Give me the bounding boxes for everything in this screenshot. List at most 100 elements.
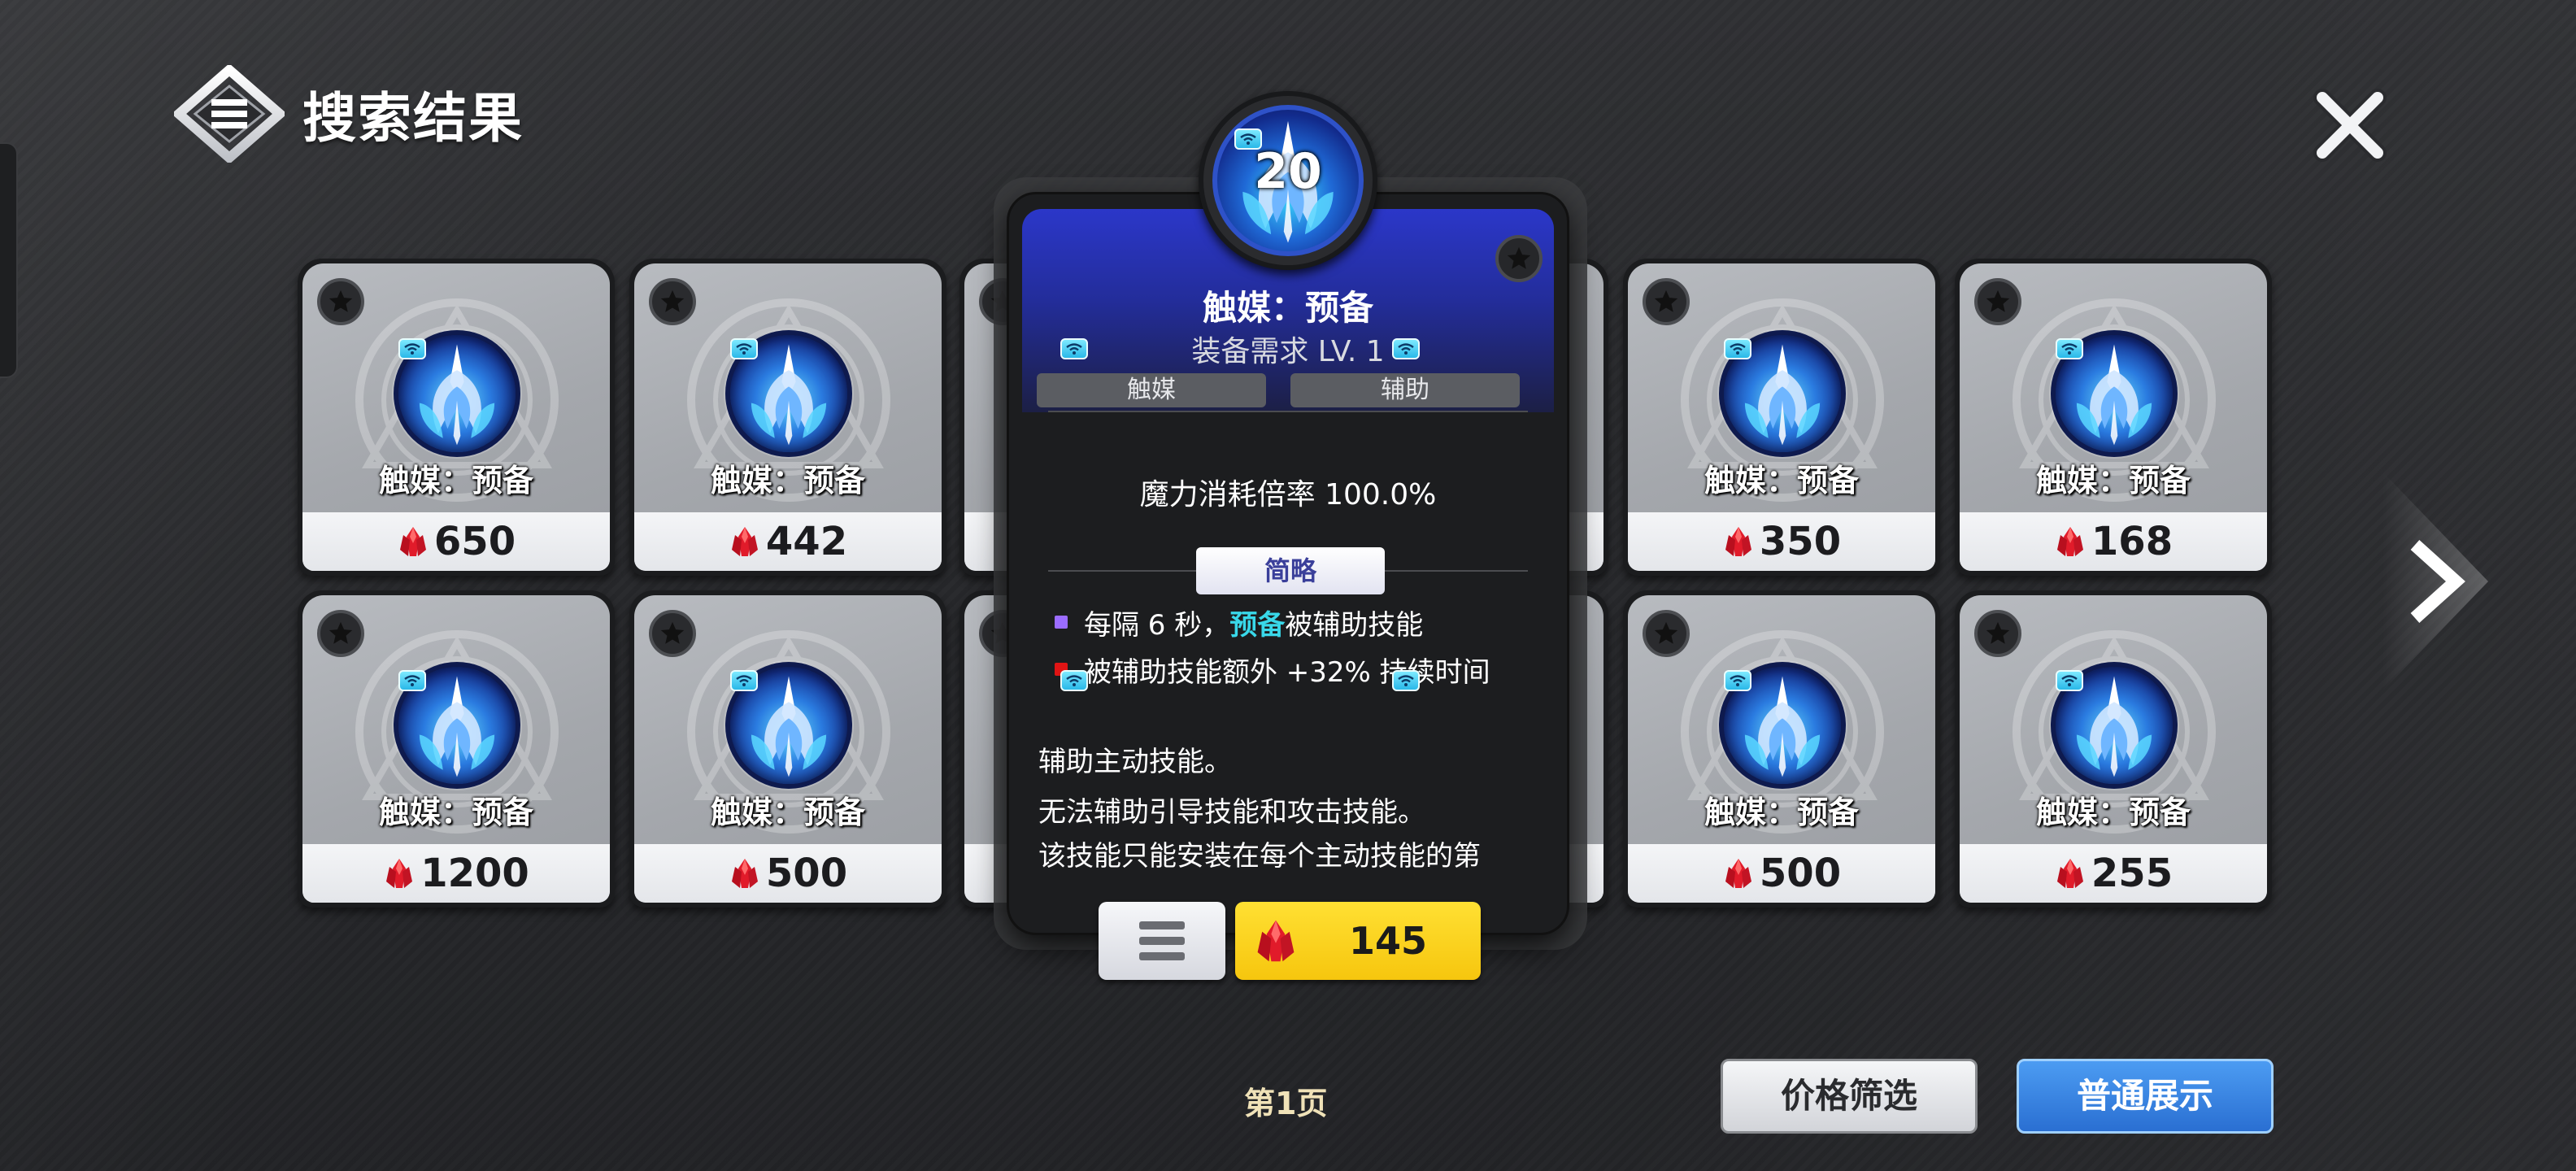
card-price-bar: 350 [1628, 512, 1935, 571]
skill-tooltip: 触媒：预备 装备需求 LV. 1 触媒 辅助 魔力消耗倍率 100.0% 简略 … [1007, 192, 1569, 980]
normal-display-button[interactable]: 普通展示 [2017, 1059, 2274, 1134]
skill-level: 20 [1254, 143, 1322, 200]
page-title: 搜索结果 [302, 87, 524, 150]
favorite-star-button[interactable] [649, 278, 696, 325]
card-price-bar: 1200 [302, 844, 610, 903]
card-body: 触媒：预备 255 [1960, 595, 2267, 903]
red-gem-icon [2054, 525, 2086, 558]
star-icon [1652, 288, 1680, 316]
card-skill-name: 触媒：预备 [1704, 463, 1859, 498]
card-price: 1200 [420, 851, 529, 896]
red-gem-icon [729, 525, 761, 558]
card-price-bar: 500 [1628, 844, 1935, 903]
bullet-2-text: 被辅助技能额外 +32% 持续时间 [1084, 656, 1490, 689]
card-body: 触媒：预备 500 [1628, 595, 1935, 903]
page-indicator: 第1页 [1244, 1086, 1328, 1121]
card-price-bar: 442 [634, 512, 942, 571]
signal-badge-icon [2056, 670, 2083, 691]
star-icon [1652, 620, 1680, 647]
red-gem-icon [1722, 857, 1755, 890]
red-gem-icon [729, 857, 761, 890]
skill-level-medallion: 20 [1199, 91, 1377, 270]
bullet-1-text: 每隔 6 秒， [1084, 609, 1230, 642]
signal-badge-icon [730, 670, 758, 691]
skill-card[interactable]: 触媒：预备 500 [629, 590, 946, 908]
tooltip-skill-name: 触媒：预备 [1202, 288, 1373, 328]
favorite-star-button[interactable] [317, 278, 364, 325]
signal-badge-icon [730, 338, 758, 359]
next-page-arrow[interactable] [2382, 472, 2488, 691]
skill-card[interactable]: 触媒：预备 500 [1623, 590, 1940, 908]
price-filter-button[interactable]: 价格筛选 [1721, 1059, 1978, 1134]
tooltip-desc-1: 辅助主动技能。 [1038, 746, 1232, 778]
card-price: 442 [765, 519, 848, 564]
skill-card[interactable]: 触媒：预备 350 [1623, 259, 1940, 576]
favorite-star-button[interactable] [1643, 278, 1690, 325]
signal-badge-icon [1724, 670, 1751, 691]
card-skill-name: 触媒：预备 [710, 463, 865, 498]
tooltip-bullet-1: 每隔 6 秒，预备被辅助技能 [1055, 607, 1528, 643]
favorite-star-button[interactable] [1495, 235, 1543, 282]
skill-card[interactable]: 触媒：预备 255 [1955, 590, 2272, 908]
tooltip-bullet-2: 被辅助技能额外 +32% 持续时间 [1055, 655, 1528, 690]
left-edge-tab[interactable] [0, 142, 18, 378]
card-body: 触媒：预备 350 [1628, 263, 1935, 571]
signal-badge-icon [1060, 338, 1088, 359]
card-price: 350 [1759, 519, 1842, 564]
signal-badge-icon [1724, 338, 1751, 359]
favorite-star-button[interactable] [317, 610, 364, 657]
skill-card[interactable]: 触媒：预备 442 [629, 259, 946, 576]
buy-price: 145 [1349, 919, 1428, 963]
red-gem-icon [397, 525, 429, 558]
tooltip-divider [1048, 411, 1528, 412]
card-price: 650 [433, 519, 516, 564]
card-price: 500 [765, 851, 848, 896]
star-icon [327, 288, 355, 316]
favorite-star-button[interactable] [1643, 610, 1690, 657]
signal-badge-icon [398, 670, 426, 691]
menu-emblem-icon [171, 63, 288, 164]
card-skill-name: 触媒：预备 [1704, 794, 1859, 830]
card-skill-name: 触媒：预备 [2035, 463, 2191, 498]
card-body: 触媒：预备 500 [634, 595, 942, 903]
favorite-star-button[interactable] [1974, 610, 2021, 657]
tooltip-tag-catalyst: 触媒 [1037, 373, 1266, 407]
skill-card[interactable]: 触媒：预备 1200 [298, 590, 615, 908]
card-price: 500 [1759, 851, 1842, 896]
red-gem-icon [1253, 918, 1299, 964]
chevron-right-icon [2382, 472, 2488, 691]
red-gem-icon [2054, 857, 2086, 890]
signal-badge-icon [398, 338, 426, 359]
star-icon [659, 620, 686, 647]
card-price: 168 [2091, 519, 2174, 564]
tooltip-menu-button[interactable] [1099, 902, 1225, 980]
tab-summary[interactable]: 简略 [1196, 547, 1385, 594]
favorite-star-button[interactable] [649, 610, 696, 657]
buy-button[interactable]: 145 [1235, 902, 1481, 980]
tooltip-desc-3: 该技能只能安装在每个主动技能的第 [1038, 840, 1481, 873]
close-icon [2313, 89, 2387, 162]
skill-card[interactable]: 触媒：预备 650 [298, 259, 615, 576]
header: 搜索结果 [171, 63, 524, 164]
close-button[interactable] [2311, 86, 2389, 164]
card-price-bar: 168 [1960, 512, 2267, 571]
card-skill-name: 触媒：预备 [378, 463, 533, 498]
card-price: 255 [2091, 851, 2174, 896]
bullet-1-text-end: 被辅助技能 [1285, 609, 1424, 642]
signal-badge-icon [1060, 670, 1088, 691]
signal-badge-icon [2056, 338, 2083, 359]
card-skill-name: 触媒：预备 [2035, 794, 2191, 830]
star-icon [659, 288, 686, 316]
card-body: 触媒：预备 1200 [302, 595, 610, 903]
star-icon [1984, 288, 2012, 316]
skill-card[interactable]: 触媒：预备 168 [1955, 259, 2272, 576]
signal-badge-icon [1392, 338, 1420, 359]
star-icon [327, 620, 355, 647]
tooltip-desc-2: 无法辅助引导技能和攻击技能。 [1038, 796, 1425, 829]
card-skill-name: 触媒：预备 [378, 794, 533, 830]
tooltip-stat: 魔力消耗倍率 100.0% [1139, 478, 1437, 511]
card-body: 触媒：预备 442 [634, 263, 942, 571]
favorite-star-button[interactable] [1974, 278, 2021, 325]
star-icon [1507, 246, 1531, 269]
red-gem-icon [383, 857, 416, 890]
